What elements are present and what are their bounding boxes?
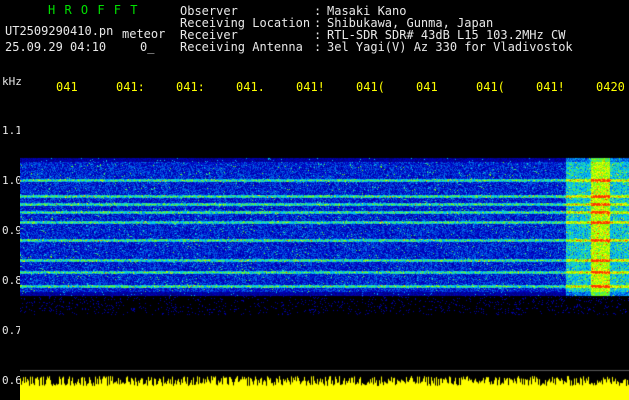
y-tick-label: 1.1 (2, 124, 22, 137)
axis-unit-label: kHz (2, 75, 22, 88)
app-title: H R O F F T (48, 3, 139, 17)
status-label: 0_ (140, 40, 155, 54)
time-tick: 041( (476, 80, 505, 94)
time-tick: 041! (296, 80, 325, 94)
time-tick: 041. (236, 80, 265, 94)
info-sep-antenna: : (314, 40, 322, 54)
time-tick: 041: (116, 80, 145, 94)
time-tick: 041! (536, 80, 565, 94)
y-tick-label: 1.0 (2, 174, 22, 187)
filename-label: UT2509290410.pn (5, 24, 114, 38)
time-tick: 041 (416, 80, 438, 94)
y-tick-label: 0.8 (2, 274, 22, 287)
spectrogram-canvas[interactable] (20, 100, 629, 400)
mode-label: meteor (122, 27, 166, 41)
time-tick: 041: (176, 80, 205, 94)
y-tick-label: 0.7 (2, 324, 22, 337)
time-tick: 041 (56, 80, 78, 94)
info-label-antenna: Receiving Antenna (180, 40, 303, 54)
time-tick: 041( (356, 80, 385, 94)
info-value-antenna: 3el Yagi(V) Az 330 for Vladivostok (327, 40, 573, 54)
y-tick-label: 0.9 (2, 224, 22, 237)
time-tick: 0420 (596, 80, 625, 94)
datetime-label: 25.09.29 04:10 (5, 40, 107, 54)
y-tick-label: 0.6 (2, 374, 22, 387)
